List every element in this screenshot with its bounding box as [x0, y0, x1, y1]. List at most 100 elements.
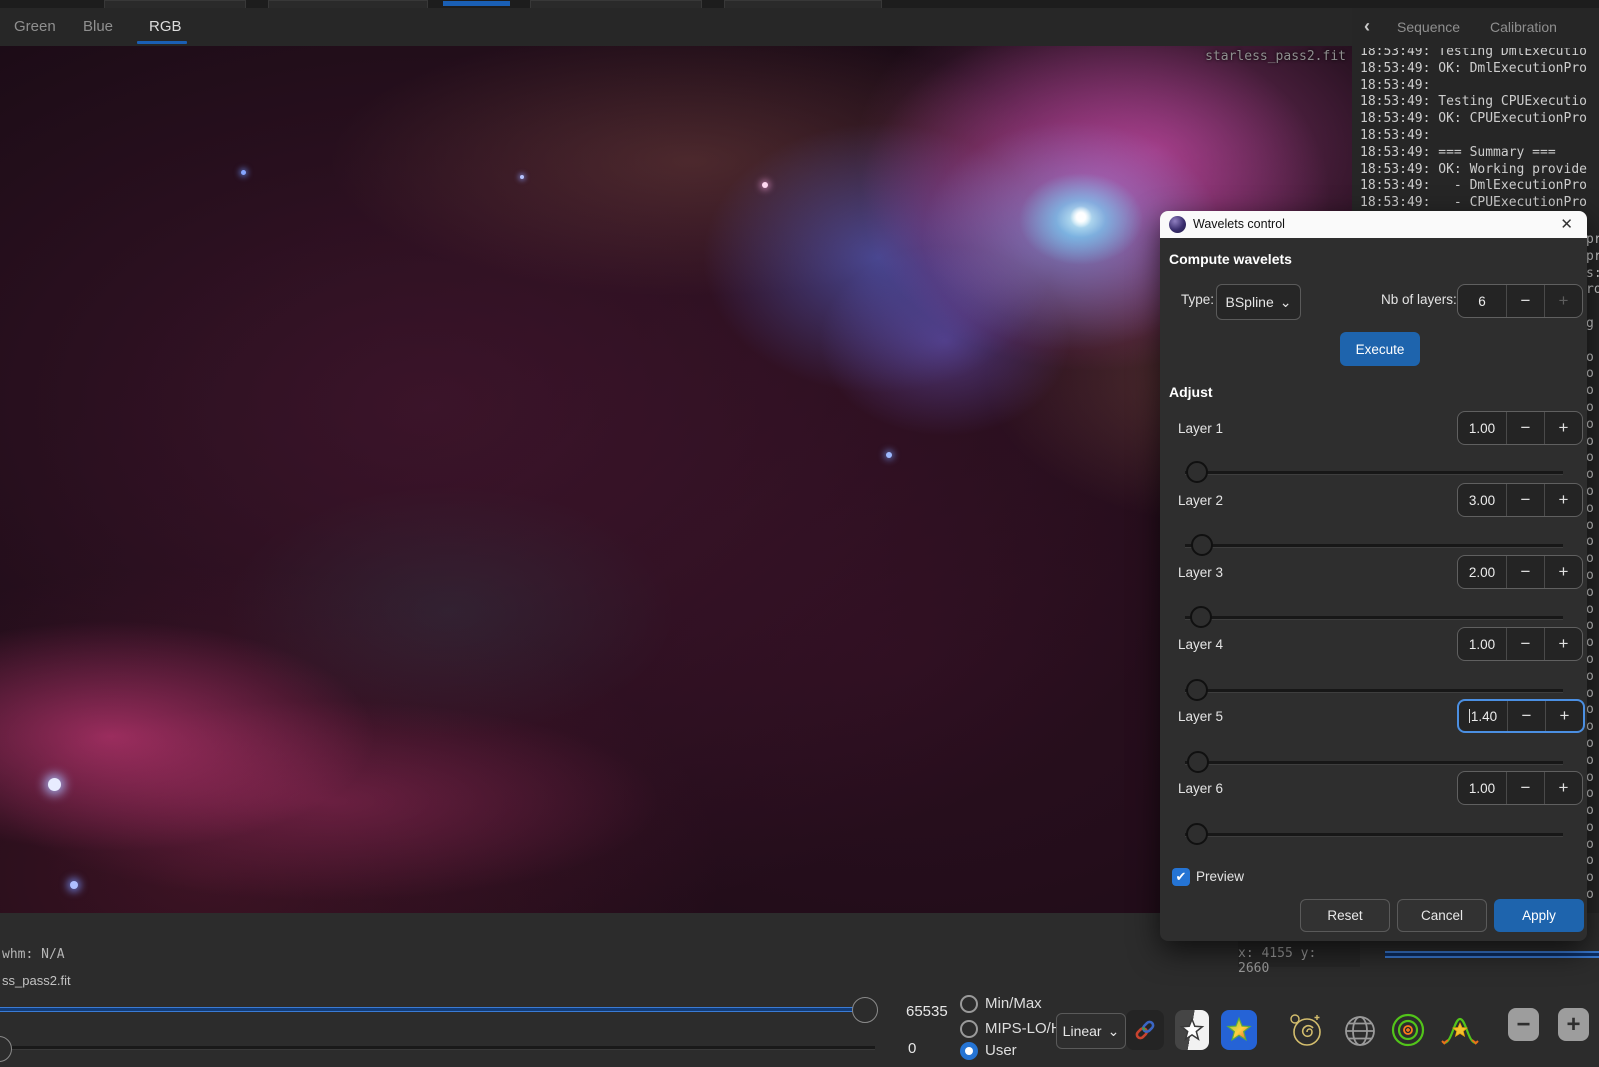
image-canvas[interactable]: starless_pass2.fit [0, 46, 1352, 913]
layer4-minus-button[interactable]: − [1506, 628, 1544, 660]
psf-button[interactable] [1440, 1010, 1480, 1050]
log-line-fragment: o [1586, 870, 1599, 887]
spiral-galaxy-button[interactable] [1288, 1010, 1324, 1050]
layer5-slider-handle[interactable] [1187, 751, 1209, 773]
layer4-value[interactable]: 1.00 [1458, 628, 1506, 660]
layer2-slider-track[interactable] [1185, 544, 1563, 547]
photometry-button[interactable] [1390, 1010, 1426, 1050]
scale-select[interactable]: Linear⌄ [1056, 1013, 1126, 1049]
layer1-plus-button[interactable]: + [1544, 412, 1582, 444]
layer6-label: Layer 6 [1178, 781, 1223, 796]
hi-value[interactable]: 65535 [906, 1003, 948, 1020]
tab-rgb[interactable]: RGB [149, 18, 182, 35]
log-line-fragment: o [1586, 669, 1599, 686]
nb-layers-minus-button[interactable]: − [1506, 285, 1544, 317]
log-line-fragment: o [1586, 450, 1599, 467]
radio-mips[interactable] [960, 1020, 978, 1038]
wavelet-type-value: BSpline [1226, 294, 1274, 310]
layer2-label: Layer 2 [1178, 493, 1223, 508]
layer5-minus-button[interactable]: − [1507, 701, 1545, 731]
layer3-plus-button[interactable]: + [1544, 556, 1582, 588]
siril-app-icon [1169, 216, 1186, 233]
layer5-value[interactable]: 1.40 [1459, 701, 1507, 731]
layer5-slider-track[interactable] [1185, 761, 1563, 764]
layer6-minus-button[interactable]: − [1506, 772, 1544, 804]
check-icon: ✔ [1176, 869, 1187, 885]
tab-sequence[interactable]: Sequence [1397, 19, 1460, 35]
layer2-slider-handle[interactable] [1191, 534, 1213, 556]
layer2-value[interactable]: 3.00 [1458, 484, 1506, 516]
tab-calibration[interactable]: Calibration [1490, 19, 1557, 35]
radio-minmax-label[interactable]: Min/Max [985, 995, 1042, 1012]
layer1-value[interactable]: 1.00 [1458, 412, 1506, 444]
layer3-slider-track[interactable] [1185, 616, 1563, 619]
log-line-fragment [1586, 299, 1599, 316]
layer3-minus-button[interactable]: − [1506, 556, 1544, 588]
lo-slider-handle[interactable] [0, 1036, 12, 1062]
lo-slider-track[interactable] [0, 1046, 875, 1049]
layer1-slider-handle[interactable] [1186, 461, 1208, 483]
wavelet-type-select[interactable]: BSpline⌄ [1216, 284, 1301, 320]
cancel-button[interactable]: Cancel [1397, 899, 1487, 932]
log-line-fragment: o [1586, 551, 1599, 568]
top-edge-box [530, 0, 702, 8]
layer3-value[interactable]: 2.00 [1458, 556, 1506, 588]
log-line-fragment: o [1586, 753, 1599, 770]
tab-green[interactable]: Green [14, 18, 56, 35]
layer2-plus-button[interactable]: + [1544, 484, 1582, 516]
log-line-fragment: o [1586, 383, 1599, 400]
nb-layers-value[interactable]: 6 [1458, 285, 1506, 317]
hi-slider-handle[interactable] [852, 997, 878, 1023]
nb-layers-plus-button[interactable]: + [1544, 285, 1582, 317]
layer4-spinner: 1.00 − + [1457, 627, 1583, 661]
fwhm-status: whm: N/A [2, 947, 65, 962]
log-line: 18:53:49: [1360, 78, 1599, 95]
cursor-coords-box: x: 4155 y: 2660 [1238, 941, 1360, 967]
log-line-fragment: o [1586, 400, 1599, 417]
log-line-fragment: o [1586, 736, 1599, 753]
top-edge-box [268, 0, 428, 8]
log-line-fragment: o [1586, 820, 1599, 837]
layer6-slider-track[interactable] [1185, 833, 1563, 836]
layer2-minus-button[interactable]: − [1506, 484, 1544, 516]
layer4-slider-handle[interactable] [1186, 679, 1208, 701]
dialog-titlebar[interactable]: Wavelets control ✕ [1160, 211, 1587, 238]
log-line: 18:53:49: Testing CPUExecutio [1360, 94, 1599, 111]
layer4-slider-track[interactable] [1185, 689, 1563, 692]
star-dot [520, 175, 524, 179]
radio-user[interactable] [960, 1042, 978, 1060]
current-file-label: ss_pass2.fit [2, 973, 71, 988]
log-line: 18:53:49: [1360, 128, 1599, 145]
lo-value[interactable]: 0 [908, 1040, 916, 1057]
reset-button[interactable]: Reset [1300, 899, 1390, 932]
close-icon[interactable]: ✕ [1560, 215, 1573, 233]
star-dot [886, 452, 892, 458]
siril-main-window: Green Blue RGB starless_pass2.fit ‹ Sequ… [0, 0, 1599, 1067]
radio-minmax[interactable] [960, 995, 978, 1013]
apply-button[interactable]: Apply [1494, 899, 1584, 932]
zoom-in-button[interactable]: + [1558, 1008, 1589, 1041]
adjust-heading: Adjust [1169, 384, 1213, 400]
star-mask-button[interactable] [1175, 1010, 1209, 1050]
log-output[interactable]: 18:53:49: Testing DmlExecutio18:53:49: O… [1360, 49, 1599, 212]
preview-checkbox[interactable]: ✔ [1172, 868, 1190, 886]
link-channels-button[interactable] [1126, 1010, 1164, 1050]
layer6-value[interactable]: 1.00 [1458, 772, 1506, 804]
collapse-panel-icon[interactable]: ‹ [1364, 16, 1370, 37]
layer1-slider-track[interactable] [1185, 471, 1563, 474]
zoom-out-button[interactable]: − [1508, 1008, 1539, 1041]
layer4-plus-button[interactable]: + [1544, 628, 1582, 660]
colored-star-button[interactable] [1221, 1010, 1257, 1050]
radio-mips-label[interactable]: MIPS-LO/HI [985, 1020, 1066, 1037]
execute-button[interactable]: Execute [1340, 332, 1420, 366]
tab-blue[interactable]: Blue [83, 18, 113, 35]
layer6-slider-handle[interactable] [1186, 823, 1208, 845]
layer6-plus-button[interactable]: + [1544, 772, 1582, 804]
layer3-slider-handle[interactable] [1190, 606, 1212, 628]
overlay-filename: starless_pass2.fit [1205, 49, 1346, 64]
radio-user-label[interactable]: User [985, 1042, 1017, 1059]
layer5-plus-button[interactable]: + [1545, 701, 1583, 731]
astrometry-button[interactable] [1343, 1012, 1377, 1050]
layer1-minus-button[interactable]: − [1506, 412, 1544, 444]
globe-icon [1343, 1014, 1377, 1048]
